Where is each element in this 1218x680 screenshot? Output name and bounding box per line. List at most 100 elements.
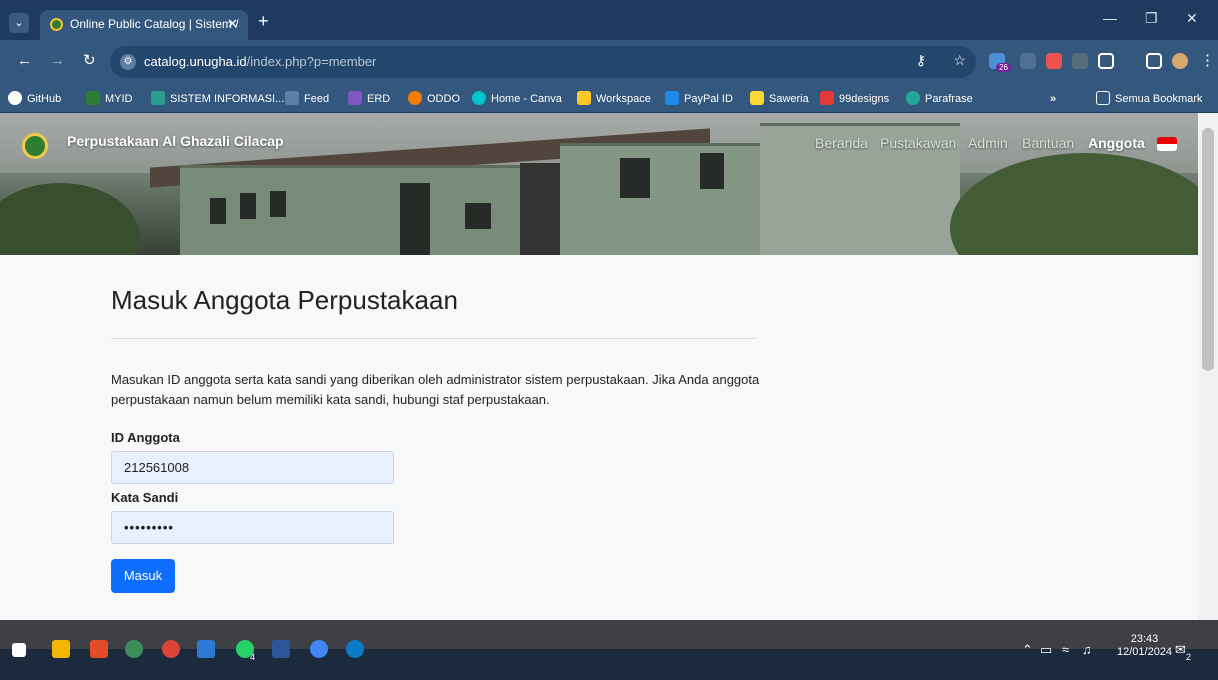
notification-count: 2	[1186, 652, 1192, 662]
battery-icon[interactable]: ▭	[1040, 642, 1052, 658]
vscode-icon[interactable]	[197, 640, 215, 658]
tab-search-button[interactable]: ⌄	[9, 13, 29, 33]
bookmark-myid[interactable]: MYID	[86, 91, 133, 107]
browser-tab-active[interactable]: Online Public Catalog | Sistem / ✕	[40, 10, 248, 40]
bookmark-github[interactable]: GitHub	[8, 91, 61, 107]
chrome-canary-icon[interactable]	[162, 640, 180, 658]
taskbar-clock[interactable]: 23:43 12/01/2024	[1117, 633, 1172, 659]
login-description: Masukan ID anggota serta kata sandi yang…	[111, 372, 760, 407]
menu-kebab-icon[interactable]: ⋮	[1200, 52, 1215, 70]
bookmark-canva[interactable]: Home - Canva	[472, 91, 562, 107]
minimize-icon[interactable]: —	[1103, 10, 1117, 26]
bookmark-folder[interactable]: Semua Bookmark	[1096, 91, 1202, 107]
figma-icon[interactable]	[90, 640, 108, 658]
folder-icon	[1096, 91, 1110, 105]
clock-date: 12/01/2024	[1117, 646, 1173, 658]
profile-avatar[interactable]	[1172, 53, 1188, 69]
notes-extension-icon[interactable]	[1046, 53, 1062, 69]
wifi-icon[interactable]: ≈	[1062, 642, 1069, 657]
page-title: Masuk Anggota Perpustakaan	[111, 285, 458, 315]
scrollbar-thumb[interactable]	[1202, 128, 1214, 371]
bookmark-erd[interactable]: ERD	[348, 91, 390, 107]
bookmark-paypal[interactable]: PayPal ID	[665, 91, 733, 107]
url-path: /index.php?p=member	[246, 54, 377, 69]
password-key-icon[interactable]: ⚷	[916, 52, 926, 69]
side-panel-icon[interactable]	[1146, 53, 1162, 69]
saweria-icon	[750, 91, 764, 105]
login-submit-button[interactable]: Masuk	[111, 559, 175, 593]
back-icon[interactable]: ←	[17, 52, 32, 70]
edge-icon[interactable]	[346, 640, 364, 658]
member-id-field[interactable]: 212561008	[111, 451, 394, 484]
more-bookmarks-chevron-icon[interactable]: »	[1050, 91, 1056, 107]
url-text: catalog.unugha.id/index.php?p=member	[144, 54, 376, 69]
restore-icon[interactable]: ❐	[1145, 10, 1158, 27]
nav-anggota[interactable]: Anggota	[1088, 135, 1145, 151]
address-bar[interactable]: ⚙ catalog.unugha.id/index.php?p=member ⚷…	[110, 46, 976, 78]
extension-badge: 26	[996, 63, 1011, 72]
bookmark-label: Workspace	[596, 93, 651, 105]
nav-pustakawan[interactable]: Pustakawan	[880, 135, 956, 151]
bookmark-label: MYID	[105, 93, 133, 105]
page-viewport: Perpustakaan Al Ghazali Cilacap Beranda …	[0, 113, 1198, 620]
bookmark-label: SISTEM INFORMASI...	[170, 93, 285, 105]
url-host: catalog.unugha.id	[144, 54, 247, 69]
tray-chevron-icon[interactable]: ⌃	[1022, 642, 1033, 658]
bookmarks-bar: GitHub MYID SISTEM INFORMASI... Feed ERD…	[0, 85, 1218, 113]
volume-icon[interactable]: ♫	[1082, 642, 1092, 657]
bookmark-star-icon[interactable]: ☆	[953, 52, 966, 69]
bookmark-saweria[interactable]: Saweria	[750, 91, 809, 107]
erd-icon	[348, 91, 362, 105]
windows-start-icon[interactable]	[12, 643, 26, 657]
github-icon	[8, 91, 22, 105]
bookmark-label: GitHub	[27, 93, 62, 105]
nav-admin[interactable]: Admin	[968, 135, 1008, 151]
bookmark-label: PayPal ID	[684, 93, 733, 105]
nav-bantuan[interactable]: Bantuan	[1022, 135, 1074, 151]
bookmark-feed[interactable]: Feed	[285, 91, 329, 107]
99designs-icon	[820, 91, 834, 105]
tab-close-icon[interactable]: ✕	[227, 10, 238, 38]
nav-beranda[interactable]: Beranda	[815, 135, 868, 151]
language-flag-icon[interactable]	[1157, 137, 1177, 151]
puzzle-extensions-icon[interactable]	[1098, 53, 1114, 69]
word-icon[interactable]	[272, 640, 290, 658]
hero-banner: Perpustakaan Al Ghazali Cilacap Beranda …	[0, 113, 1198, 255]
member-id-label: ID Anggota	[111, 430, 180, 445]
app-icon[interactable]	[125, 640, 143, 658]
bookmark-label: Parafrase	[925, 93, 973, 105]
notification-center-icon[interactable]: ✉	[1175, 642, 1186, 658]
bookmark-label: Feed	[304, 93, 330, 105]
bookmark-label: Home - Canva	[491, 93, 562, 105]
bookmark-workspace[interactable]: Workspace	[577, 91, 651, 107]
new-tab-button[interactable]: +	[258, 12, 269, 30]
bookmark-99designs[interactable]: 99designs	[820, 91, 889, 107]
reload-icon[interactable]: ↻	[83, 52, 96, 70]
forward-icon[interactable]: →	[50, 52, 65, 70]
bookmark-label: ERD	[367, 93, 391, 105]
recycle-extension-icon[interactable]	[1020, 53, 1036, 69]
library-logo-icon[interactable]	[22, 133, 48, 159]
feed-icon	[285, 91, 299, 105]
bookmark-oddo[interactable]: ODDO	[408, 91, 460, 107]
browser-toolbar: ← → ↻ ⚙ catalog.unugha.id/index.php?p=me…	[0, 40, 1218, 85]
file-explorer-icon[interactable]	[52, 640, 70, 658]
close-window-icon[interactable]: ✕	[1186, 10, 1198, 27]
site-favicon-icon	[50, 18, 63, 31]
title-divider	[111, 338, 757, 339]
bookmark-label: Saweria	[769, 93, 809, 105]
parafrase-icon	[906, 91, 920, 105]
site-info-icon[interactable]: ⚙	[120, 54, 136, 70]
clock-time: 23:43	[1130, 633, 1159, 645]
browser-tab-strip: ⌄ Online Public Catalog | Sistem / ✕ + —…	[0, 0, 1218, 40]
cookie-extension-icon[interactable]	[1072, 53, 1088, 69]
password-label: Kata Sandi	[111, 490, 179, 505]
myid-icon	[86, 91, 100, 105]
password-field[interactable]: •••••••••	[111, 511, 394, 544]
chrome-icon[interactable]	[310, 640, 328, 658]
bookmark-parafrase[interactable]: Parafrase	[906, 91, 973, 107]
bookmark-label: 99designs	[839, 93, 890, 105]
site-brand[interactable]: Perpustakaan Al Ghazali Cilacap	[67, 133, 284, 149]
bookmark-label: ODDO	[427, 93, 460, 105]
bookmark-sistem-informasi[interactable]: SISTEM INFORMASI...	[151, 91, 284, 107]
